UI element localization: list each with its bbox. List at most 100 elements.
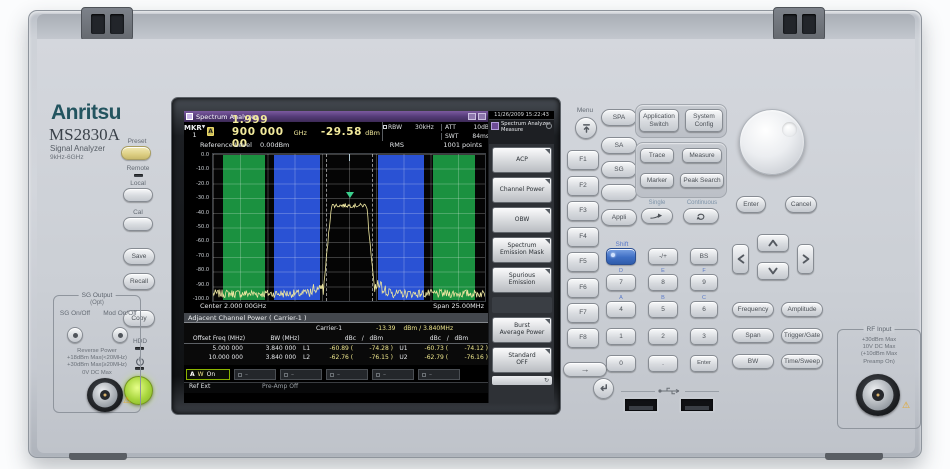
key-4[interactable]: 4: [606, 301, 636, 318]
keypad-enter-key[interactable]: Enter: [690, 355, 718, 372]
acp-row-1: 5.000 000 3.840 000 L1 -60.89 ( -74.28 )…: [184, 345, 488, 352]
local-button[interactable]: [123, 188, 153, 202]
backspace-key[interactable]: BS: [690, 248, 718, 265]
amplitude-button[interactable]: Amplitude: [781, 302, 823, 317]
window-menu-icon[interactable]: [478, 113, 486, 120]
save-button[interactable]: Save: [123, 248, 155, 265]
mod-onoff-button[interactable]: [112, 327, 128, 343]
key-6[interactable]: 6: [690, 301, 718, 318]
key-f1[interactable]: F1: [567, 150, 599, 170]
softkey-standard-off[interactable]: StandardOFF: [492, 347, 552, 373]
continuous-sweep-button[interactable]: [683, 208, 719, 224]
key-7[interactable]: 7: [606, 274, 636, 291]
time-sweep-button[interactable]: Time/Sweep: [781, 354, 823, 369]
trace-tab-active[interactable]: AWOn: [186, 369, 230, 380]
continuous-sweep-icon: [695, 212, 707, 221]
trace-tab[interactable]: –: [234, 369, 276, 380]
softkey-burst-average-power[interactable]: BurstAverage Power: [492, 317, 552, 343]
key-spa[interactable]: SPA: [601, 109, 637, 126]
key-sg[interactable]: SG: [601, 161, 637, 178]
key-f7[interactable]: F7: [567, 303, 599, 323]
sg-onoff-button[interactable]: [67, 327, 83, 343]
chevron-left-icon: [735, 253, 747, 265]
arrow-down-button[interactable]: [757, 262, 789, 280]
marker-number: 1: [193, 131, 197, 139]
measure-button[interactable]: Measure: [682, 148, 722, 163]
arrow-left-button[interactable]: [732, 244, 749, 274]
trace-tab[interactable]: –: [326, 369, 368, 380]
trace-tab[interactable]: –: [280, 369, 322, 380]
measure-menu-icon: [491, 122, 499, 130]
cancel-button[interactable]: Cancel: [785, 196, 817, 213]
acp-result-header: Adjacent Channel Power ( Carrier-1 ): [184, 313, 488, 323]
menu-top-button[interactable]: [575, 117, 597, 139]
key-9[interactable]: 9: [690, 274, 718, 291]
trace-button[interactable]: Trace: [640, 148, 674, 163]
key-2[interactable]: 2: [648, 328, 678, 345]
plus-minus-key[interactable]: -/+: [648, 248, 678, 265]
trace-tab[interactable]: –: [418, 369, 460, 380]
softkey-spurious-emission[interactable]: SpuriousEmission: [492, 267, 552, 293]
continuous-label: Continuous: [680, 200, 724, 206]
usb-port-2[interactable]: [679, 397, 715, 413]
menu-more-icon[interactable]: ↻: [492, 376, 552, 385]
key-3[interactable]: 3: [690, 328, 718, 345]
key-blank-app[interactable]: [601, 184, 637, 201]
sg-onoff-label: SG On/Off: [58, 310, 92, 317]
recall-button[interactable]: Recall: [123, 273, 155, 290]
lcd-main-area: Spectrum Analyzer MKR▼ 1 A: [184, 111, 488, 403]
single-label: Single: [640, 200, 674, 206]
remote-label: Remote: [123, 165, 153, 172]
sweep-settings-block: RBW 30kHz ATT 10dB SWT 84ms: [382, 122, 488, 141]
key-f8[interactable]: F8: [567, 328, 599, 348]
span-button[interactable]: Span: [732, 328, 774, 343]
softkey-obw[interactable]: OBW: [492, 207, 552, 233]
trigger-gate-button[interactable]: Trigger/Gate: [781, 328, 823, 343]
bw-button[interactable]: BW: [732, 354, 774, 369]
rotary-knob[interactable]: [739, 109, 805, 175]
key-sa[interactable]: SA: [601, 137, 637, 154]
key-f2[interactable]: F2: [567, 176, 599, 196]
att-value: 10dB: [463, 124, 489, 131]
key-appli[interactable]: Appli: [601, 209, 637, 226]
peak-search-button[interactable]: Peak Search: [680, 173, 724, 188]
menu-next-button[interactable]: →: [563, 362, 607, 377]
lcd-screen: Spectrum Analyzer MKR▼ 1 A: [184, 111, 554, 403]
softkey-acp[interactable]: ACP: [492, 147, 552, 173]
trace-tab[interactable]: –: [372, 369, 414, 380]
key-1[interactable]: 1: [606, 328, 636, 345]
preset-label: Preset: [121, 138, 153, 145]
center-span-row: Center 2.000 00GHz Span 25.00MHz: [184, 302, 488, 313]
enter-button[interactable]: Enter: [736, 196, 766, 213]
key-f4[interactable]: F4: [567, 227, 599, 247]
key-f6[interactable]: F6: [567, 278, 599, 298]
marker-readout-row: MKR▼ 1 A 1.999 900 000 00 GHz -29.58 dBm…: [184, 122, 488, 141]
cal-button[interactable]: [123, 217, 153, 231]
shift-button[interactable]: [606, 248, 636, 265]
window-restore-icon[interactable]: [468, 113, 476, 120]
chevron-down-icon: [767, 265, 779, 277]
single-sweep-button[interactable]: [641, 208, 673, 224]
center-frequency: Center 2.000 00GHz: [200, 302, 266, 310]
arrow-up-button[interactable]: [757, 234, 789, 252]
key-0[interactable]: 0: [606, 355, 636, 372]
key-f5[interactable]: F5: [567, 252, 599, 272]
key-8[interactable]: 8: [648, 274, 678, 291]
key-f3[interactable]: F3: [567, 201, 599, 221]
marker-1-symbol[interactable]: [346, 192, 354, 202]
softkey-channel-power[interactable]: Channel Power: [492, 177, 552, 203]
application-switch-button[interactable]: Application Switch: [639, 109, 679, 132]
carrier-label: Carrier-1: [316, 325, 342, 332]
softkey-blank: [492, 297, 552, 313]
arrow-right-button[interactable]: [797, 244, 814, 274]
preset-button[interactable]: [121, 146, 151, 160]
rbw-value: 30kHz: [415, 124, 441, 131]
key-5[interactable]: 5: [648, 301, 678, 318]
usb-port-1[interactable]: [623, 397, 659, 413]
frequency-button[interactable]: Frequency: [732, 302, 774, 317]
system-config-button[interactable]: System Config: [685, 109, 723, 132]
marker-button[interactable]: Marker: [640, 173, 674, 188]
return-button[interactable]: [593, 378, 614, 399]
key-decimal[interactable]: .: [648, 355, 678, 372]
softkey-spectrum-emission-mask[interactable]: SpectrumEmission Mask: [492, 237, 552, 263]
